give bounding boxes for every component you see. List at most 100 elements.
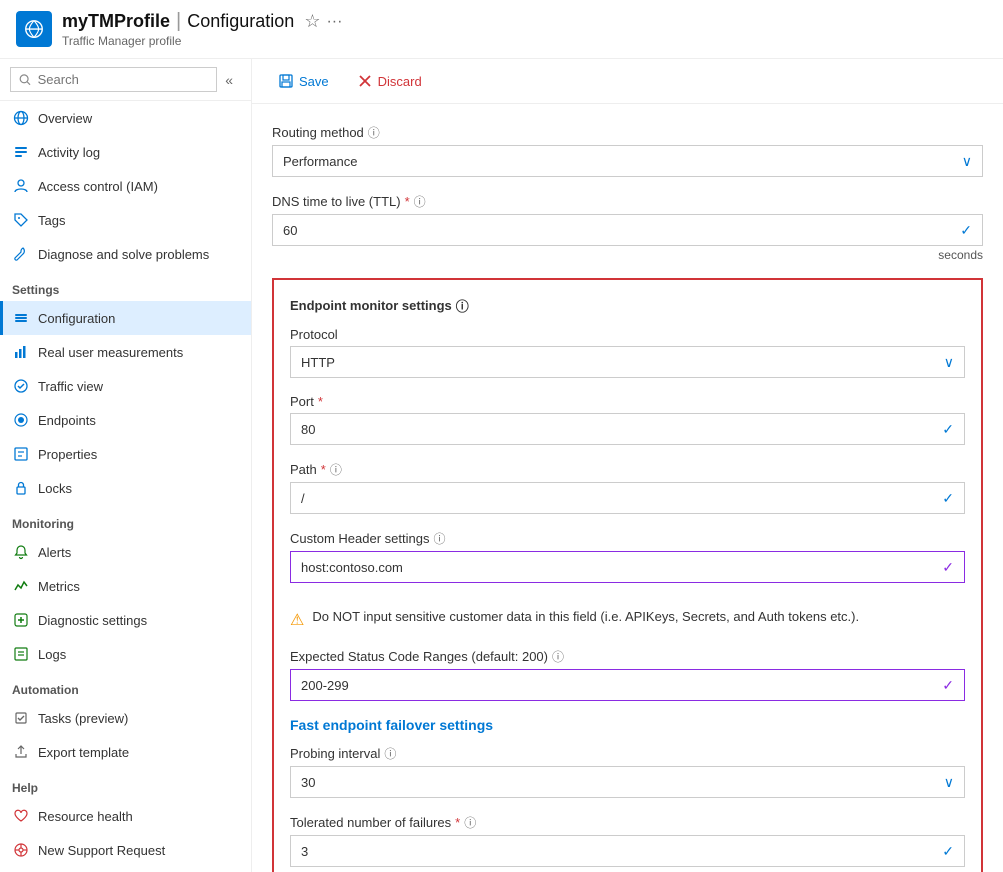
expected-status-select[interactable]: 200-299 ✓ <box>290 669 965 701</box>
sidebar-item-support[interactable]: New Support Request <box>0 833 251 867</box>
routing-method-select[interactable]: Performance ∨ <box>272 145 983 177</box>
main-content: Save Discard Routing method ⓘ Performanc… <box>252 59 1003 872</box>
sidebar: « Overview Activity log Acces <box>0 59 252 872</box>
path-select[interactable]: / ✓ <box>290 482 965 514</box>
custom-header-info-icon[interactable]: ⓘ <box>433 530 445 547</box>
heart-icon <box>12 807 30 825</box>
collapse-sidebar-button[interactable]: « <box>217 68 241 92</box>
globe-icon <box>12 109 30 127</box>
custom-header-group: Custom Header settings ⓘ host:contoso.co… <box>290 530 965 583</box>
protocol-select[interactable]: HTTP ∨ <box>290 346 965 378</box>
expected-status-check-icon: ✓ <box>942 677 954 694</box>
warning-box: ⚠ Do NOT input sensitive customer data i… <box>290 599 965 640</box>
sidebar-item-tasks[interactable]: Tasks (preview) <box>0 701 251 735</box>
sidebar-item-diagnostic-label: Diagnostic settings <box>38 613 147 628</box>
monitoring-section-header: Monitoring <box>0 505 251 535</box>
sidebar-item-resource-health[interactable]: Resource health <box>0 799 251 833</box>
sidebar-item-support-label: New Support Request <box>38 843 165 858</box>
metrics-icon <box>12 577 30 595</box>
path-check-icon: ✓ <box>942 490 954 507</box>
probing-interval-chevron: ∨ <box>944 774 954 791</box>
sidebar-item-endpoints[interactable]: Endpoints <box>0 403 251 437</box>
sidebar-item-endpoints-label: Endpoints <box>38 413 96 428</box>
tolerated-failures-info-icon[interactable]: ⓘ <box>464 814 476 831</box>
sidebar-item-traffic-view[interactable]: Traffic view <box>0 369 251 403</box>
sidebar-item-properties[interactable]: Properties <box>0 437 251 471</box>
traffic-icon <box>12 377 30 395</box>
sidebar-item-real-user-label: Real user measurements <box>38 345 183 360</box>
sidebar-item-configuration[interactable]: Configuration <box>0 301 251 335</box>
sidebar-item-tags[interactable]: Tags <box>0 203 251 237</box>
sidebar-item-logs[interactable]: Logs <box>0 637 251 671</box>
protocol-chevron: ∨ <box>944 354 954 371</box>
export-icon <box>12 743 30 761</box>
header-subtitle: Traffic Manager profile <box>62 34 342 48</box>
sidebar-item-resource-health-label: Resource health <box>38 809 133 824</box>
path-info-icon[interactable]: ⓘ <box>330 461 342 478</box>
wrench-icon <box>12 245 30 263</box>
search-box[interactable] <box>10 67 217 92</box>
sidebar-nav: Overview Activity log Access control (IA… <box>0 101 251 872</box>
save-button[interactable]: Save <box>272 69 335 93</box>
sidebar-item-traffic-view-label: Traffic view <box>38 379 103 394</box>
path-group: Path * ⓘ / ✓ <box>290 461 965 514</box>
discard-icon <box>357 73 373 89</box>
dns-ttl-info-icon[interactable]: ⓘ <box>414 193 426 210</box>
tolerated-failures-label: Tolerated number of failures * ⓘ <box>290 814 965 831</box>
sidebar-item-diagnostic[interactable]: Diagnostic settings <box>0 603 251 637</box>
settings-section-header: Settings <box>0 271 251 301</box>
custom-header-label: Custom Header settings ⓘ <box>290 530 965 547</box>
support-icon <box>12 841 30 859</box>
page-title: Configuration <box>187 11 294 32</box>
probing-interval-info-icon[interactable]: ⓘ <box>384 745 396 762</box>
sidebar-item-tasks-label: Tasks (preview) <box>38 711 128 726</box>
dns-ttl-select[interactable]: 60 ✓ <box>272 214 983 246</box>
port-group: Port * 80 ✓ <box>290 394 965 445</box>
sidebar-item-diagnose[interactable]: Diagnose and solve problems <box>0 237 251 271</box>
sidebar-item-locks[interactable]: Locks <box>0 471 251 505</box>
tolerated-failures-select[interactable]: 3 ✓ <box>290 835 965 867</box>
sidebar-item-real-user[interactable]: Real user measurements <box>0 335 251 369</box>
port-required: * <box>318 394 323 409</box>
discard-button[interactable]: Discard <box>351 69 428 93</box>
tolerated-failures-required: * <box>455 815 460 830</box>
tasks-icon <box>12 709 30 727</box>
endpoint-monitor-info-icon[interactable]: ⓘ <box>456 296 469 315</box>
dns-ttl-check-icon: ✓ <box>960 222 972 239</box>
more-options-icon[interactable]: ··· <box>326 13 342 31</box>
probing-interval-label: Probing interval ⓘ <box>290 745 965 762</box>
sidebar-item-access-control[interactable]: Access control (IAM) <box>0 169 251 203</box>
expected-status-info-icon[interactable]: ⓘ <box>552 648 564 665</box>
search-icon <box>19 73 32 87</box>
sidebar-item-export[interactable]: Export template <box>0 735 251 769</box>
custom-header-select[interactable]: host:contoso.com ✓ <box>290 551 965 583</box>
tag-icon <box>12 211 30 229</box>
automation-section-header: Automation <box>0 671 251 701</box>
user-shield-icon <box>12 177 30 195</box>
sidebar-item-export-label: Export template <box>38 745 129 760</box>
header: myTMProfile | Configuration ☆ ··· Traffi… <box>0 0 1003 59</box>
port-select[interactable]: 80 ✓ <box>290 413 965 445</box>
endpoint-monitor-title: Endpoint monitor settings ⓘ <box>290 296 965 315</box>
list-icon <box>12 143 30 161</box>
search-input[interactable] <box>38 72 209 87</box>
sidebar-item-alerts-label: Alerts <box>38 545 71 560</box>
lock-icon <box>12 479 30 497</box>
sidebar-item-overview[interactable]: Overview <box>0 101 251 135</box>
protocol-label: Protocol <box>290 327 965 342</box>
probing-interval-group: Probing interval ⓘ 30 ∨ <box>290 745 965 798</box>
endpoint-monitor-section: Endpoint monitor settings ⓘ Protocol HTT… <box>272 278 983 872</box>
routing-method-group: Routing method ⓘ Performance ∨ <box>272 124 983 177</box>
expected-status-label: Expected Status Code Ranges (default: 20… <box>290 648 965 665</box>
expected-status-group: Expected Status Code Ranges (default: 20… <box>290 648 965 701</box>
port-label: Port * <box>290 394 965 409</box>
diagnostic-icon <box>12 611 30 629</box>
sidebar-item-metrics[interactable]: Metrics <box>0 569 251 603</box>
fast-failover-title: Fast endpoint failover settings <box>290 717 965 733</box>
warning-icon: ⚠ <box>290 610 304 630</box>
sidebar-item-activity-log[interactable]: Activity log <box>0 135 251 169</box>
sidebar-item-alerts[interactable]: Alerts <box>0 535 251 569</box>
probing-interval-select[interactable]: 30 ∨ <box>290 766 965 798</box>
routing-method-info-icon[interactable]: ⓘ <box>368 124 380 141</box>
favorite-icon[interactable]: ☆ <box>304 11 320 32</box>
